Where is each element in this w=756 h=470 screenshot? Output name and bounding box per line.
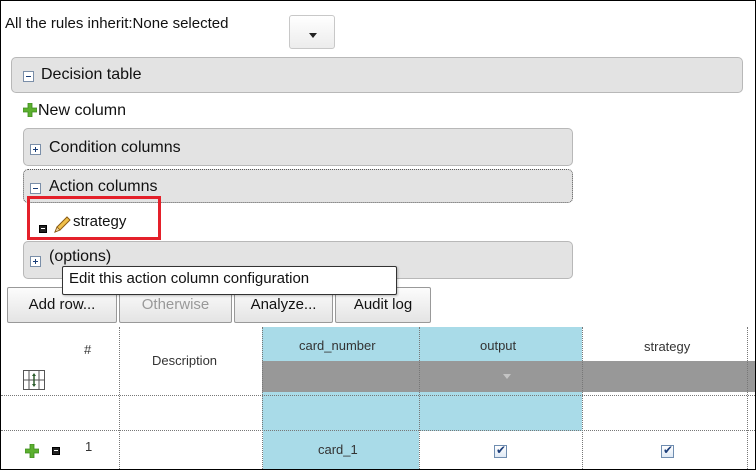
table-row: 1 card_1 bbox=[1, 431, 755, 469]
decision-table-label: Decision table bbox=[41, 66, 142, 83]
condition-columns-panel[interactable]: Condition columns bbox=[23, 128, 573, 166]
new-column-link[interactable]: New column bbox=[23, 102, 126, 120]
add-icon bbox=[23, 103, 37, 117]
tooltip: Edit this action column configuration bbox=[62, 266, 397, 295]
chevron-down-icon[interactable] bbox=[503, 374, 511, 379]
inherit-label: All the rules inherit:None selected bbox=[5, 15, 229, 32]
output-header: output bbox=[480, 338, 517, 353]
window-frame: All the rules inherit:None selected Deci… bbox=[0, 0, 756, 470]
card-number-header: card_number bbox=[299, 338, 376, 353]
row-divider bbox=[1, 395, 755, 396]
decision-table-panel[interactable]: Decision table bbox=[11, 57, 743, 93]
decision-table-grid: # Description card_number output strateg… bbox=[1, 323, 755, 469]
action-columns-label: Action columns bbox=[49, 178, 158, 195]
options-label: (options) bbox=[49, 248, 112, 265]
column-order-icon[interactable] bbox=[23, 370, 45, 390]
new-column-label: New column bbox=[38, 102, 127, 119]
description-header: Description bbox=[152, 353, 218, 368]
collapse-icon[interactable] bbox=[30, 183, 41, 194]
add-row-icon[interactable] bbox=[25, 444, 39, 458]
strategy-header: strategy bbox=[644, 339, 691, 354]
chevron-down-icon bbox=[309, 33, 317, 38]
inherit-dropdown-button[interactable] bbox=[289, 15, 335, 49]
highlight-box bbox=[27, 196, 161, 240]
card-number-value: card_1 bbox=[318, 442, 358, 457]
strategy-checkbox[interactable] bbox=[661, 443, 674, 458]
card-number-cell[interactable]: card_1 bbox=[263, 431, 419, 469]
collapse-icon[interactable] bbox=[23, 71, 34, 82]
expand-icon[interactable] bbox=[30, 144, 41, 155]
condition-columns-label: Condition columns bbox=[49, 139, 181, 156]
remove-row-icon[interactable] bbox=[52, 447, 60, 455]
expand-icon[interactable] bbox=[30, 256, 41, 267]
row-number: 1 bbox=[85, 439, 93, 454]
number-header: # bbox=[84, 342, 92, 357]
output-checkbox[interactable] bbox=[494, 443, 507, 458]
